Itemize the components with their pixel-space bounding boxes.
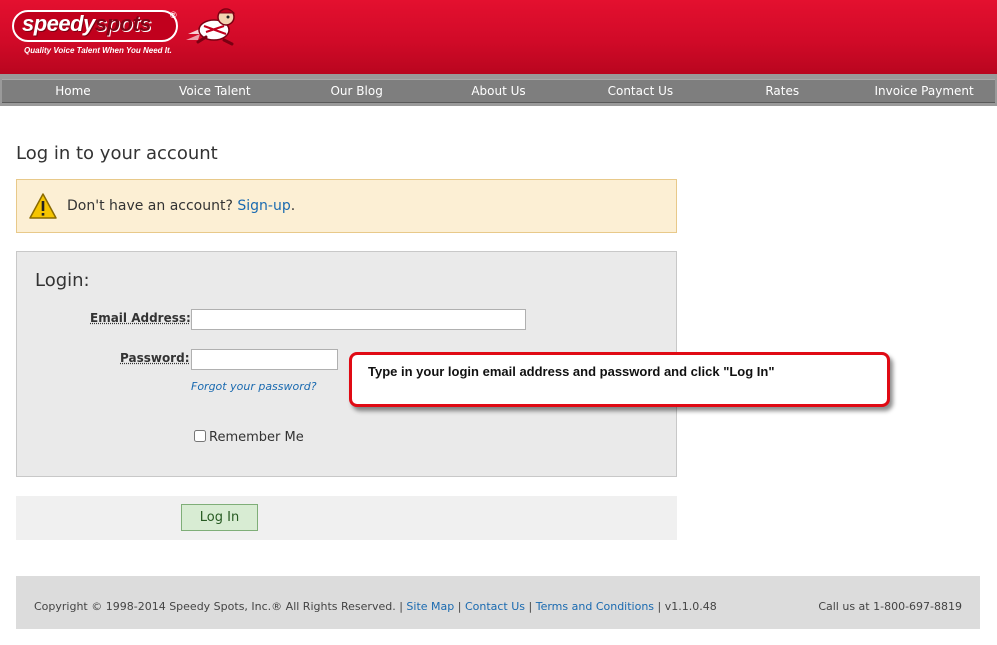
tagline: Quality Voice Talent When You Need It. xyxy=(24,46,172,55)
submit-bar: Log In xyxy=(16,496,677,540)
log-in-button[interactable]: Log In xyxy=(181,504,258,531)
footer-link-contact-us[interactable]: Contact Us xyxy=(465,600,525,613)
footer-link-site-map[interactable]: Site Map xyxy=(406,600,454,613)
login-heading: Login: xyxy=(35,270,90,291)
signup-link[interactable]: Sign-up xyxy=(237,198,290,214)
alert-message: Don't have an account? Sign-up. xyxy=(67,198,295,214)
nav-item-our-blog[interactable]: Our Blog xyxy=(286,80,428,102)
signup-alert: Don't have an account? Sign-up. xyxy=(16,179,677,233)
logo-text-speedy: speedy xyxy=(22,11,95,36)
nav-item-about-us[interactable]: About Us xyxy=(428,80,570,102)
remember-me-checkbox[interactable] xyxy=(194,430,206,442)
mascot-icon xyxy=(186,8,236,46)
phone-number: Call us at 1-800-697-8819 xyxy=(818,600,962,613)
registered-mark: ® xyxy=(170,10,177,20)
logo-text-spots: spots xyxy=(94,11,152,36)
page-title: Log in to your account xyxy=(16,143,218,164)
callout-text: Type in your login email address and pas… xyxy=(368,364,775,379)
password-label: Password: xyxy=(120,351,190,365)
instruction-callout: Type in your login email address and pas… xyxy=(349,352,890,407)
logo-wordmark[interactable]: speedyspots xyxy=(22,11,152,37)
nav-item-contact-us[interactable]: Contact Us xyxy=(569,80,711,102)
warning-icon xyxy=(29,193,57,219)
alert-text: Don't have an account? xyxy=(67,198,233,214)
site-header: speedyspots ® Quality Voice Talent When … xyxy=(0,0,997,74)
footer-link-terms[interactable]: Terms and Conditions xyxy=(536,600,654,613)
forgot-password-link[interactable]: Forgot your password? xyxy=(191,380,317,393)
password-field[interactable] xyxy=(191,349,338,370)
email-field[interactable] xyxy=(191,309,526,330)
copyright-text: Copyright © 1998-2014 Speedy Spots, Inc.… xyxy=(34,600,396,613)
nav-item-invoice-payment[interactable]: Invoice Payment xyxy=(853,80,995,102)
alert-suffix: . xyxy=(290,198,296,214)
nav-item-rates[interactable]: Rates xyxy=(711,80,853,102)
main-nav: Home Voice Talent Our Blog About Us Cont… xyxy=(2,79,995,103)
nav-item-voice-talent[interactable]: Voice Talent xyxy=(144,80,286,102)
nav-item-home[interactable]: Home xyxy=(2,80,144,102)
remember-me[interactable]: Remember Me xyxy=(194,430,304,445)
site-footer: Copyright © 1998-2014 Speedy Spots, Inc.… xyxy=(16,576,980,629)
email-label: Email Address: xyxy=(90,311,191,325)
remember-me-label: Remember Me xyxy=(209,430,304,445)
footer-info: Copyright © 1998-2014 Speedy Spots, Inc.… xyxy=(34,600,717,613)
version-text: v1.1.0.48 xyxy=(664,600,717,613)
